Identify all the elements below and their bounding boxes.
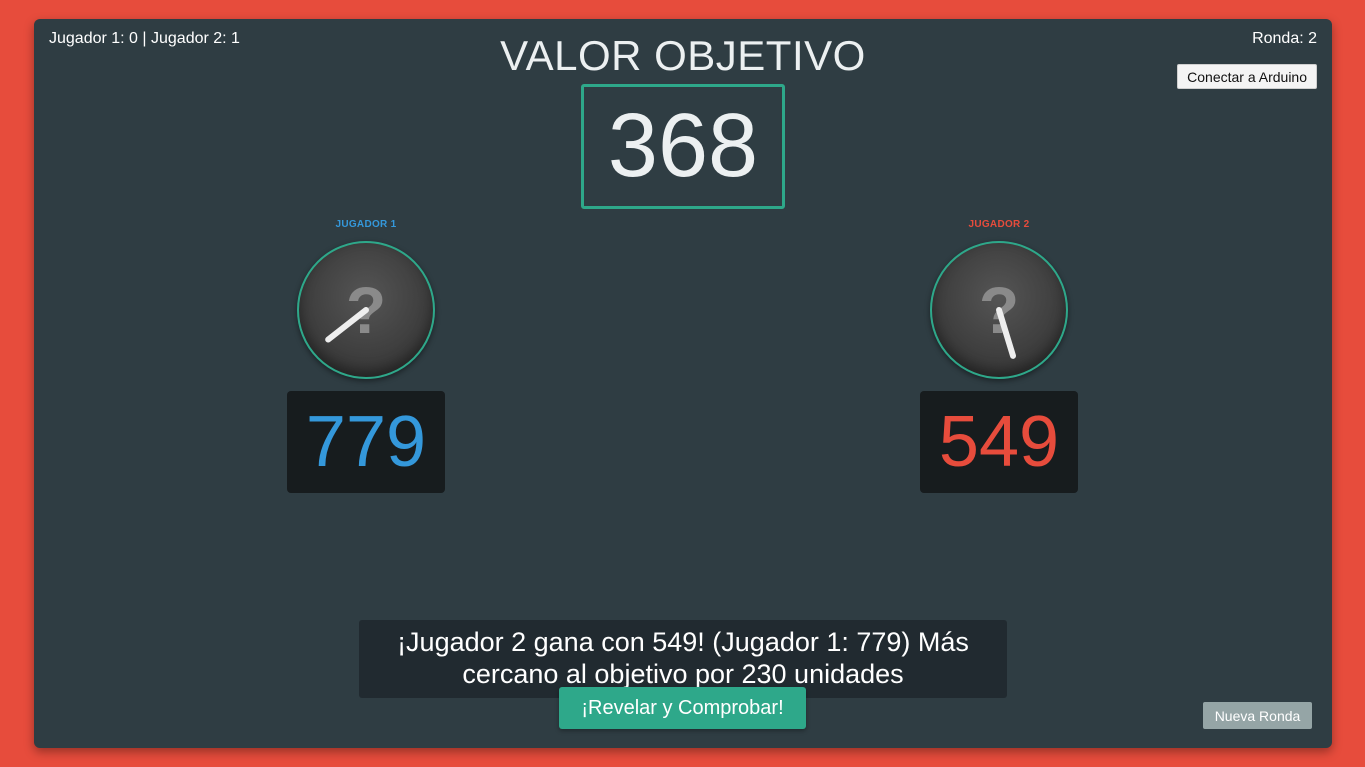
player-2-label: JUGADOR 2 <box>968 219 1030 230</box>
player-1-needle <box>325 307 369 343</box>
target-value-box: 368 <box>581 84 785 209</box>
player-2-section: JUGADOR 2 ? 549 <box>919 219 1079 493</box>
player-2-value-box: 549 <box>920 391 1078 493</box>
player-1-dial[interactable]: ? <box>297 241 435 379</box>
target-value: 368 <box>607 96 759 196</box>
player-2-needle <box>996 307 1017 359</box>
reveal-check-button[interactable]: ¡Revelar y Comprobar! <box>559 687 806 729</box>
player-1-value-box: 779 <box>287 391 445 493</box>
target-title: VALOR OBJETIVO <box>500 32 866 79</box>
player-1-value: 779 <box>305 402 427 482</box>
player-2-value: 549 <box>938 402 1060 482</box>
new-round-button[interactable]: Nueva Ronda <box>1203 702 1312 729</box>
player-1-label: JUGADOR 1 <box>335 219 397 230</box>
game-panel: Jugador 1: 0 | Jugador 2: 1 Ronda: 2 Con… <box>34 19 1332 748</box>
player-1-section: JUGADOR 1 ? 779 <box>286 219 446 493</box>
player-2-dial[interactable]: ? <box>930 241 1068 379</box>
